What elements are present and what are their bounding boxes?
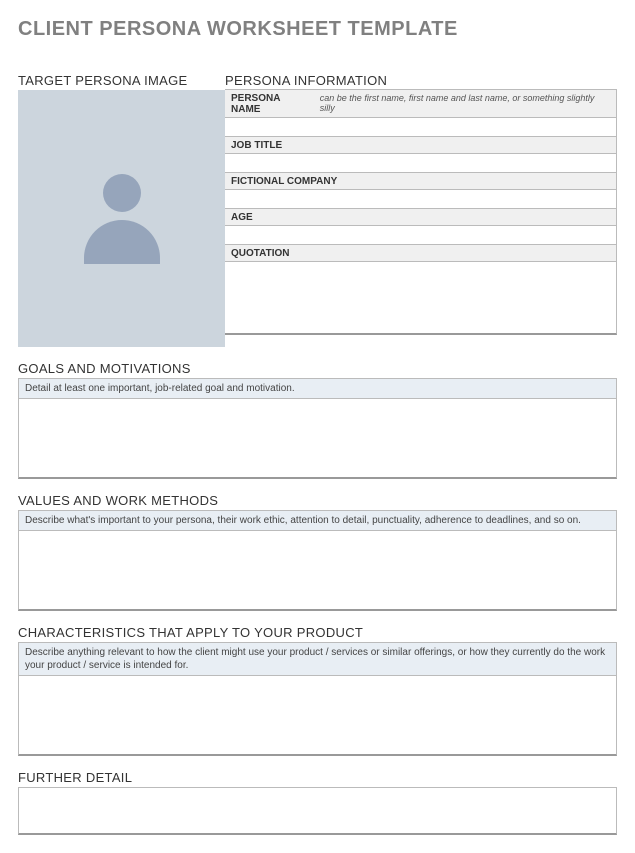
label-text: QUOTATION: [231, 248, 290, 259]
image-section-header: TARGET PERSONA IMAGE: [18, 73, 225, 88]
further-header: FURTHER DETAIL: [18, 770, 617, 785]
info-section-header: PERSONA INFORMATION: [225, 73, 617, 88]
label-text: PERSONA NAME: [231, 93, 312, 115]
persona-name-label: PERSONA NAME can be the first name, firs…: [225, 89, 617, 118]
persona-image-placeholder[interactable]: [18, 90, 225, 347]
persona-name-input[interactable]: [225, 117, 617, 137]
goals-header: GOALS AND MOTIVATIONS: [18, 361, 617, 376]
quotation-label: QUOTATION: [225, 244, 617, 262]
label-text: AGE: [231, 212, 253, 223]
company-input[interactable]: [225, 189, 617, 209]
goals-input[interactable]: [18, 399, 617, 479]
label-text: FICTIONAL COMPANY: [231, 176, 337, 187]
job-title-label: JOB TITLE: [225, 136, 617, 154]
characteristics-hint: Describe anything relevant to how the cl…: [18, 642, 617, 676]
values-hint: Describe what's important to your person…: [18, 510, 617, 531]
age-input[interactable]: [225, 225, 617, 245]
quotation-input[interactable]: [225, 261, 617, 335]
company-label: FICTIONAL COMPANY: [225, 172, 617, 190]
characteristics-input[interactable]: [18, 676, 617, 756]
values-input[interactable]: [18, 531, 617, 611]
label-text: JOB TITLE: [231, 140, 282, 151]
persona-name-hint: can be the first name, first name and la…: [320, 93, 610, 113]
further-input[interactable]: [18, 787, 617, 835]
characteristics-header: CHARACTERISTICS THAT APPLY TO YOUR PRODU…: [18, 625, 617, 640]
values-header: VALUES AND WORK METHODS: [18, 493, 617, 508]
top-row: TARGET PERSONA IMAGE PERSONA INFORMATION…: [18, 59, 617, 347]
document-title: CLIENT PERSONA WORKSHEET TEMPLATE: [18, 18, 617, 41]
avatar-icon: [77, 174, 167, 264]
age-label: AGE: [225, 208, 617, 226]
info-column: PERSONA INFORMATION PERSONA NAME can be …: [225, 59, 617, 347]
image-column: TARGET PERSONA IMAGE: [18, 59, 225, 347]
goals-hint: Detail at least one important, job-relat…: [18, 378, 617, 399]
job-title-input[interactable]: [225, 153, 617, 173]
